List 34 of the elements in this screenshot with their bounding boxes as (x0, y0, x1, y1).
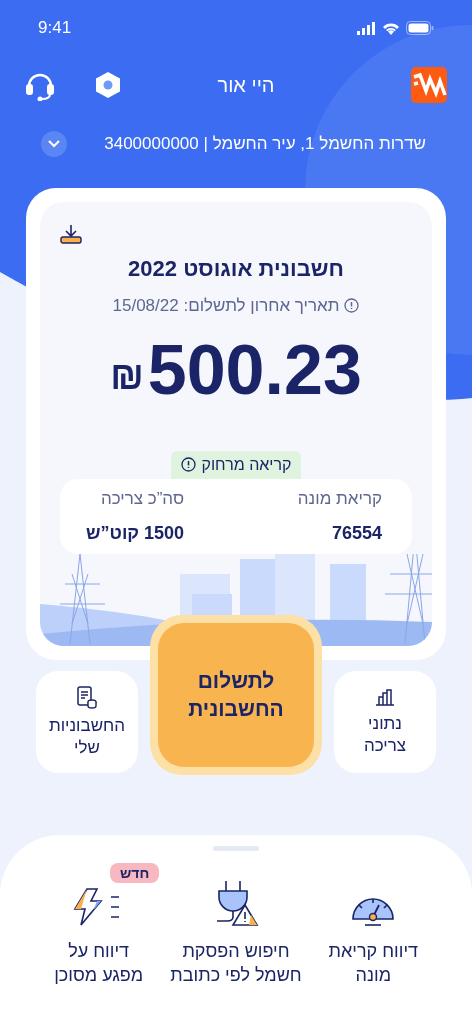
bills-icon (76, 685, 98, 709)
sheet-handle[interactable] (213, 846, 259, 851)
signal-icon (356, 21, 376, 35)
service-item[interactable]: חיפוש הפסקת חשמל לפי כתובת (167, 863, 305, 987)
battery-icon (406, 21, 434, 35)
status-time: 9:41 (38, 17, 72, 40)
reading-label: קריאת מונה (297, 488, 382, 510)
service-label: דיווח קריאת מונה (328, 940, 419, 987)
wifi-icon (382, 21, 400, 35)
service-label: חיפוש הפסקת חשמל לפי כתובת (170, 940, 302, 987)
currency-symbol: ₪ (110, 353, 144, 399)
chevron-down-icon (48, 140, 60, 148)
pay-bill-button[interactable]: לתשלום החשבונית (158, 623, 314, 767)
due-date: תאריך אחרון לתשלום: 15/08/22 (112, 295, 340, 317)
service-item[interactable]: דיווח קריאת מונה (304, 863, 442, 987)
reading-value: 1500 קוט”ש (86, 521, 185, 545)
bar-chart-icon (374, 687, 396, 707)
my-bills-button[interactable]: החשבוניות שלי (36, 671, 138, 773)
new-badge: חדש (110, 863, 160, 883)
remote-reading-label: קריאה מרחוק (201, 454, 292, 475)
reading-label: סה”כ צריכה (99, 488, 185, 510)
download-icon[interactable] (60, 224, 82, 244)
service-item[interactable]: חדש דיווח על מפגע מסוכן (30, 863, 168, 987)
settings-icon[interactable] (95, 71, 121, 99)
reading-value: 76554 (330, 521, 382, 545)
usage-data-button[interactable]: נתוני צריכה (334, 671, 436, 773)
greeting-title: היי אור (217, 73, 275, 98)
info-icon (180, 457, 196, 472)
account-address[interactable]: שדרות החשמל 1, עיר החשמל | 3400000000 (104, 131, 426, 157)
service-label: דיווח על מפגע מסוכן (54, 940, 144, 987)
logo-icon (411, 67, 447, 103)
info-icon (344, 298, 360, 314)
bill-amount: 500.23 (147, 329, 362, 411)
bill-title: חשבונית אוגוסט 2022 (127, 255, 345, 283)
